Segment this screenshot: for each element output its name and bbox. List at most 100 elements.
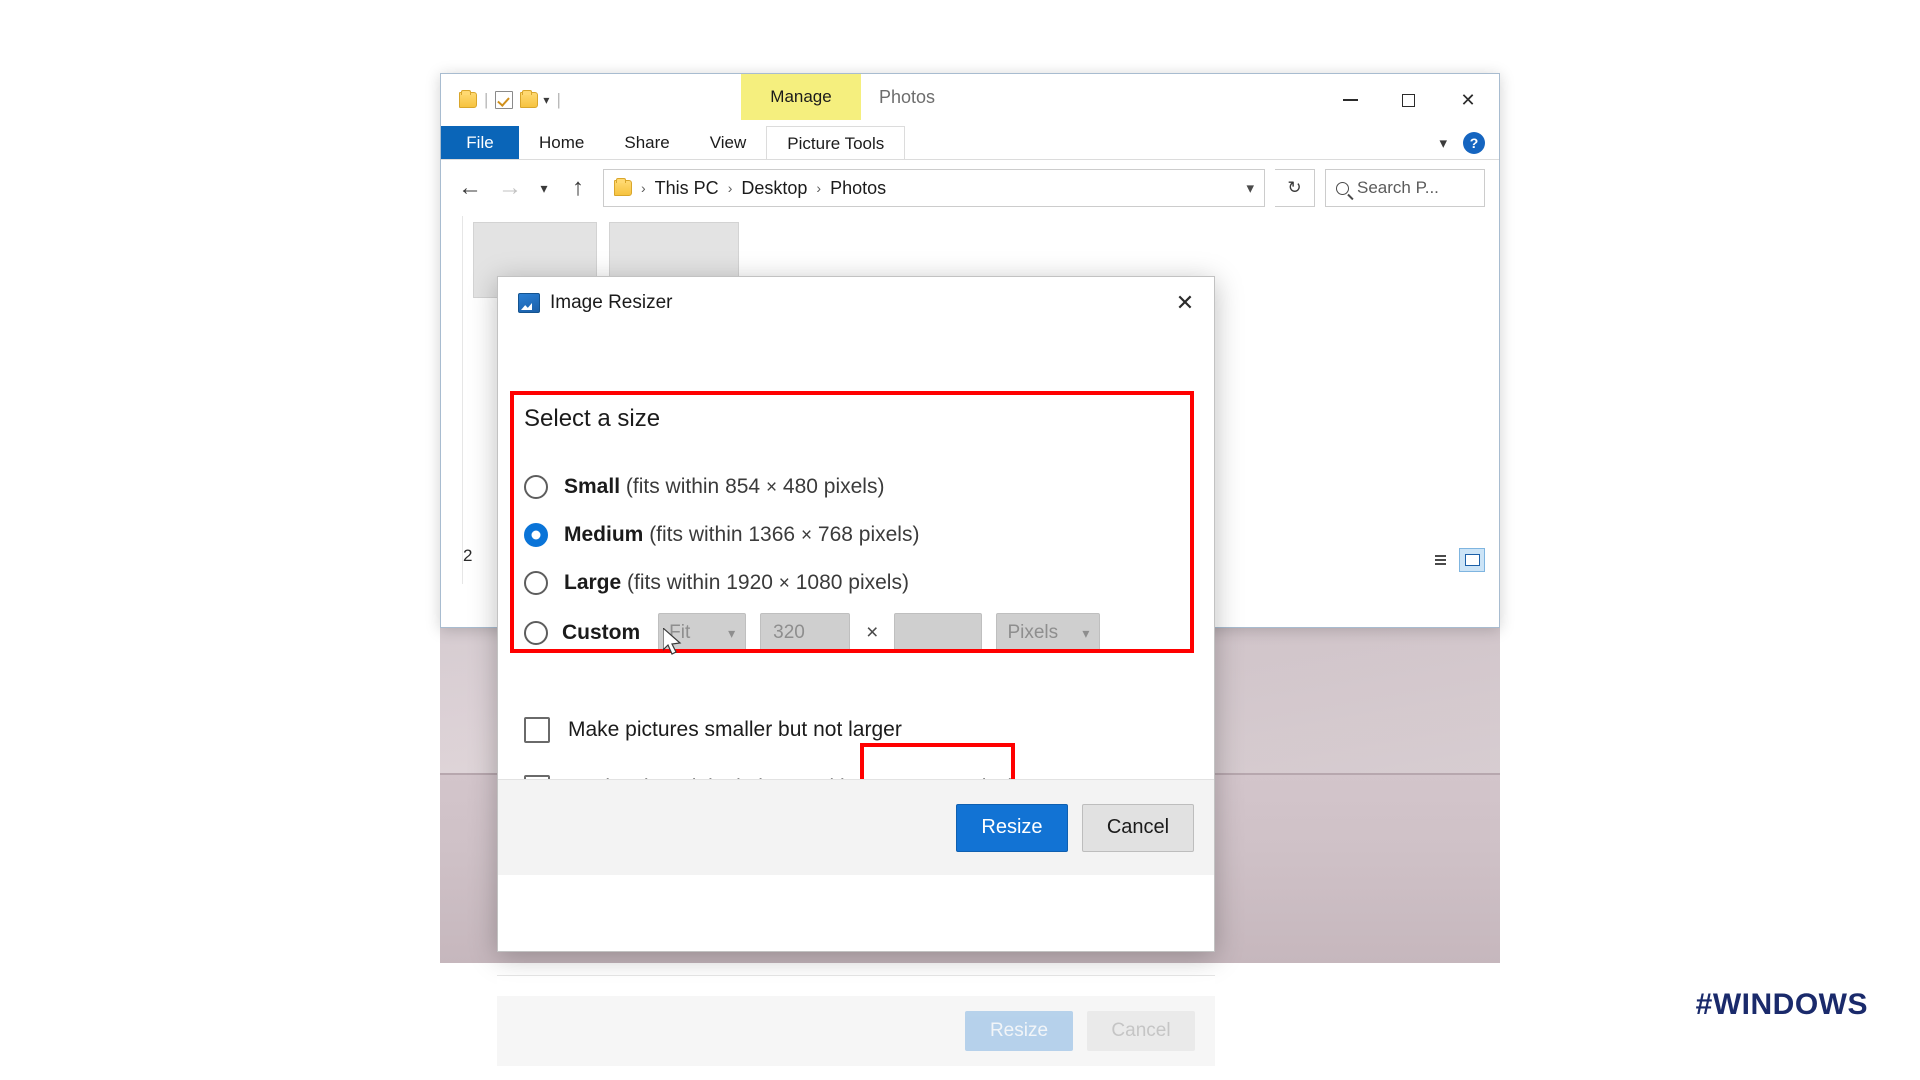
large-icons-view-icon[interactable] [1459,548,1485,572]
size-detail-suffix: pixels) [852,523,920,546]
checkbox-indicator[interactable] [524,717,550,743]
multiply-symbol: × [778,573,790,594]
breadcrumb-separator: › [816,180,822,196]
tab-file[interactable]: File [441,126,519,160]
caret-down-icon[interactable]: ▾ [543,93,549,107]
size-detail-prefix: (fits within [649,523,749,546]
help-icon[interactable]: ? [1463,132,1485,154]
view-mode-buttons [1427,548,1485,572]
hashtag-label: #WINDOWS [1695,988,1868,1021]
size-name-custom: Custom [562,621,641,644]
custom-width-value: 320 [773,622,805,643]
status-item-count: 2 [463,546,473,565]
multiply-symbol: × [800,525,813,546]
chevron-down-icon[interactable]: ▾ [1246,179,1254,197]
units-select[interactable]: Pixels ▾ [996,613,1101,653]
window-controls: ✕ [1321,74,1499,126]
image-resizer-icon [518,293,540,313]
search-placeholder: Search P... [1357,178,1439,197]
tab-share[interactable]: Share [604,126,689,160]
dialog-reflection: Resize Cancel [497,975,1215,1080]
folder-icon [614,178,632,196]
checkbox-label: Make pictures smaller but not larger [568,718,902,741]
close-icon[interactable]: ✕ [1156,277,1214,329]
dialog-body: Select a size Small (fits within 854 × 4… [498,329,1214,875]
reflection-resize-button: Resize [965,1011,1073,1051]
chevron-down-icon: ▾ [1082,624,1090,641]
address-bar: ← → ▾ ↑ › This PC › Desktop › Photos ▾ ↻… [441,160,1499,216]
size-detail-prefix: (fits within [625,475,726,498]
toolbar-divider: | [484,90,489,109]
custom-width-input[interactable]: 320 [760,613,851,653]
breadcrumb-photos[interactable]: Photos [830,178,886,199]
size-height-small: 480 [782,475,818,498]
multiply-symbol: × [765,477,778,498]
minimize-icon[interactable] [1321,74,1379,126]
image-resizer-dialog: Image Resizer ✕ Select a size Small (fit… [497,276,1215,952]
refresh-icon[interactable]: ↻ [1275,169,1315,207]
tab-picture-tools[interactable]: Picture Tools [766,126,906,160]
breadcrumb-separator: › [641,180,646,196]
radio-indicator[interactable] [524,621,548,645]
radio-label: Small (fits within 854 × 480 pixels) [564,475,884,499]
navigation-pane [441,216,463,584]
mouse-cursor [663,628,682,655]
size-detail-suffix: pixels) [842,571,909,594]
explorer-title-bar: | ▾ | Manage Photos ✕ [441,74,1499,126]
contextual-tab-group-manage[interactable]: Manage [741,74,861,120]
radio-indicator[interactable] [524,475,548,499]
ribbon-right-controls: ▾ ? [1439,132,1485,154]
arrow-up-icon[interactable]: ↑ [563,174,593,202]
radio-label: Large (fits within 1920 × 1080 pixels) [564,571,909,595]
resize-button[interactable]: Resize [956,803,1068,852]
tab-view[interactable]: View [690,126,767,160]
radio-indicator[interactable] [524,523,548,547]
reflection-cancel-button: Cancel [1087,1011,1195,1051]
search-icon [1336,181,1349,195]
radio-option-medium[interactable]: Medium (fits within 1366 × 768 pixels) [524,511,1214,559]
explorer-app-label: Photos [879,87,936,107]
size-name-large: Large [564,571,622,594]
size-detail-prefix: (fits within [627,571,727,594]
checkbox-icon[interactable] [495,91,514,109]
custom-height-input[interactable] [894,613,983,653]
radio-option-custom[interactable]: Custom Fit ▾ 320 × Pixels ▾ [524,607,1214,659]
arrow-left-icon[interactable]: ← [455,174,485,202]
dialog-footer: Resize Cancel [498,779,1214,875]
folder-icon[interactable] [520,90,539,108]
quick-access-toolbar[interactable]: | ▾ | [459,90,561,110]
ribbon-tab-bar: File Home Share View Picture Tools ▾ ? [441,126,1499,160]
list-view-icon[interactable] [1427,548,1453,572]
dialog-title: Image Resizer [550,292,673,313]
radio-option-large[interactable]: Large (fits within 1920 × 1080 pixels) [524,559,1214,607]
size-name-medium: Medium [564,523,644,546]
screenshot-root: NeuronVM | ▾ | Manage Photos ✕ File Home [0,0,1920,1080]
size-height-medium: 768 [817,523,853,546]
close-icon[interactable]: ✕ [1437,74,1499,126]
radio-label: Medium (fits within 1366 × 768 pixels) [564,523,919,547]
recent-locations-icon[interactable]: ▾ [535,180,553,197]
chevron-down-icon: ▾ [728,624,736,641]
breadcrumb-desktop[interactable]: Desktop [741,178,807,199]
arrow-right-icon[interactable]: → [495,174,525,202]
breadcrumb-this-pc[interactable]: This PC [655,178,719,199]
multiply-symbol: × [866,621,879,644]
tab-home[interactable]: Home [519,126,604,160]
toolbar-divider: | [556,90,561,109]
size-radio-group: Small (fits within 854 × 480 pixels) Med… [498,433,1214,659]
page-title: Select a size [524,405,661,432]
chevron-down-icon[interactable]: ▾ [1439,134,1447,152]
maximize-icon[interactable] [1379,74,1437,126]
radio-option-small[interactable]: Small (fits within 854 × 480 pixels) [524,463,1214,511]
size-detail-suffix: pixels) [817,475,885,498]
units-value: Pixels [1007,622,1059,643]
checkbox-smaller-not-larger[interactable]: Make pictures smaller but not larger [524,701,1214,759]
address-field[interactable]: › This PC › Desktop › Photos ▾ [603,169,1265,207]
size-height-large: 1080 [795,571,843,594]
size-width-small: 854 [725,475,761,498]
radio-indicator[interactable] [524,571,548,595]
folder-icon[interactable] [459,90,477,108]
search-input[interactable]: Search P... [1325,169,1485,207]
cancel-button[interactable]: Cancel [1082,803,1194,852]
size-width-large: 1920 [726,571,773,594]
